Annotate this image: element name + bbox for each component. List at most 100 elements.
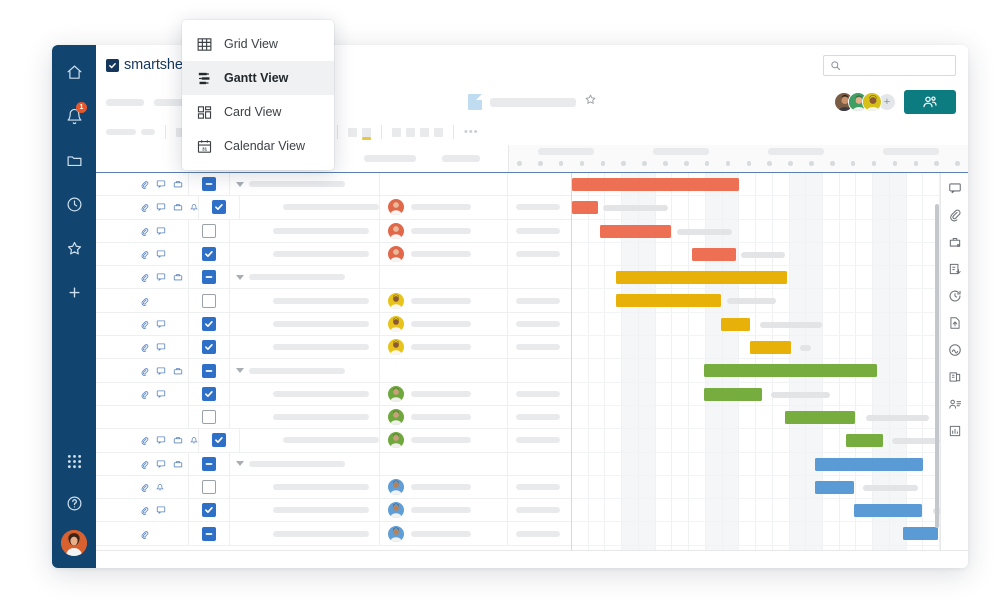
gantt-bar[interactable]	[750, 341, 791, 355]
row-expand-caret[interactable]	[236, 461, 244, 467]
toolbar-insert-row[interactable]	[392, 127, 401, 137]
gantt-bar[interactable]	[599, 224, 671, 238]
table-row[interactable]	[96, 336, 571, 360]
table-row[interactable]	[96, 429, 571, 453]
table-row[interactable]	[96, 219, 571, 243]
row-attachment-icon[interactable]	[139, 529, 149, 539]
gantt-bar[interactable]	[616, 271, 788, 285]
row-assignee-cell[interactable]	[379, 475, 507, 499]
row-attachment-icon[interactable]	[139, 459, 149, 469]
gantt-bar[interactable]	[785, 410, 856, 424]
row-date-cell[interactable]	[507, 382, 571, 405]
date-cell-placeholder[interactable]	[516, 297, 560, 304]
row-reminder-icon[interactable]	[190, 202, 198, 212]
row-attachment-icon[interactable]	[139, 202, 149, 213]
date-cell-placeholder[interactable]	[516, 251, 560, 258]
gantt-bar[interactable]	[814, 480, 854, 494]
date-cell-placeholder[interactable]	[516, 320, 560, 327]
row-assignee-cell[interactable]	[379, 382, 507, 405]
row-task-cell[interactable]	[230, 181, 379, 188]
toolbar-undo[interactable]	[106, 129, 136, 135]
row-date-cell[interactable]	[507, 196, 571, 219]
star-icon[interactable]	[59, 233, 89, 263]
share-button[interactable]	[904, 90, 956, 114]
date-cell-placeholder[interactable]	[516, 484, 560, 490]
row-comment-icon[interactable]	[156, 226, 166, 236]
row-attachment-icon[interactable]	[139, 226, 149, 236]
date-cell-placeholder[interactable]	[516, 507, 560, 514]
row-attachment-icon[interactable]	[139, 296, 149, 306]
table-row[interactable]	[96, 289, 571, 313]
row-assignee-cell[interactable]	[379, 173, 507, 196]
vertical-scrollbar[interactable]	[935, 204, 939, 528]
row-assignee-cell[interactable]	[379, 359, 507, 382]
row-comment-icon[interactable]	[156, 272, 166, 282]
folder-icon[interactable]	[59, 145, 89, 175]
assignee-avatar[interactable]	[388, 502, 404, 519]
table-row[interactable]	[96, 266, 571, 290]
account-avatar[interactable]	[61, 530, 87, 556]
notifications-bell-icon[interactable]: 1	[59, 101, 89, 131]
publish-icon[interactable]	[948, 316, 962, 330]
row-checkbox-checked[interactable]	[202, 247, 216, 262]
task-name-placeholder[interactable]	[273, 227, 369, 234]
row-comment-icon[interactable]	[156, 389, 166, 399]
assignee-avatar[interactable]	[388, 525, 404, 542]
row-date-cell[interactable]	[507, 429, 571, 452]
attachments-icon[interactable]	[948, 208, 962, 222]
row-task-cell[interactable]	[230, 227, 379, 234]
row-assignee-cell[interactable]	[379, 522, 507, 545]
row-assignee-cell[interactable]	[379, 219, 507, 242]
row-checkbox-indeterminate[interactable]	[202, 526, 216, 541]
gantt-bar[interactable]	[846, 434, 883, 448]
task-name-placeholder[interactable]	[249, 367, 345, 374]
assignee-avatar[interactable]	[388, 246, 404, 263]
conversations-icon[interactable]	[948, 181, 962, 195]
row-task-cell[interactable]	[230, 320, 379, 327]
row-checkbox-indeterminate[interactable]	[202, 270, 216, 285]
row-assignee-cell[interactable]	[379, 429, 507, 452]
row-comment-icon[interactable]	[156, 319, 166, 329]
row-attachment-icon[interactable]	[139, 179, 149, 189]
activity-log-icon[interactable]	[948, 289, 962, 303]
date-cell-placeholder[interactable]	[516, 227, 560, 234]
date-cell-placeholder[interactable]	[516, 344, 560, 351]
row-comment-icon[interactable]	[156, 179, 166, 189]
more-horizontal-icon[interactable]: •••	[464, 126, 479, 138]
row-comment-icon[interactable]	[156, 366, 166, 376]
task-name-placeholder[interactable]	[273, 414, 369, 421]
row-comment-icon[interactable]	[156, 435, 166, 445]
task-name-placeholder[interactable]	[249, 460, 345, 467]
row-assignee-cell[interactable]	[379, 452, 507, 475]
view-menu-item-grid-view[interactable]: Grid View	[182, 27, 334, 61]
assignee-name-placeholder[interactable]	[411, 297, 471, 304]
task-name-placeholder[interactable]	[273, 251, 369, 258]
toolbar-redo[interactable]	[141, 129, 155, 135]
gantt-bar[interactable]	[903, 527, 939, 541]
home-icon[interactable]	[59, 57, 89, 87]
row-lock-icon[interactable]	[173, 272, 183, 282]
reports-icon[interactable]	[948, 424, 962, 438]
gantt-bar[interactable]	[572, 178, 740, 191]
plus-icon[interactable]	[59, 277, 89, 307]
assignee-avatar[interactable]	[388, 222, 404, 239]
toolbar-link[interactable]	[434, 127, 443, 137]
task-name-placeholder[interactable]	[283, 437, 379, 444]
row-date-cell[interactable]	[507, 522, 571, 545]
row-date-cell[interactable]	[507, 475, 571, 499]
date-cell-placeholder[interactable]	[516, 204, 560, 211]
row-expand-caret[interactable]	[236, 274, 244, 280]
assignee-avatar[interactable]	[388, 479, 404, 495]
task-name-placeholder[interactable]	[273, 320, 369, 327]
row-assignee-cell[interactable]	[379, 405, 507, 429]
row-assignee-cell[interactable]	[379, 266, 507, 289]
row-lock-icon[interactable]	[173, 202, 183, 212]
row-checkbox-checked[interactable]	[202, 386, 216, 401]
row-attachment-icon[interactable]	[139, 389, 149, 399]
date-cell-placeholder[interactable]	[516, 437, 560, 444]
assignee-avatar[interactable]	[388, 292, 404, 309]
row-reminder-icon[interactable]	[156, 482, 164, 492]
row-date-cell[interactable]	[507, 312, 571, 336]
assignee-avatar[interactable]	[388, 385, 404, 402]
view-menu-item-calendar-view[interactable]: 31 Calendar View	[182, 129, 334, 163]
